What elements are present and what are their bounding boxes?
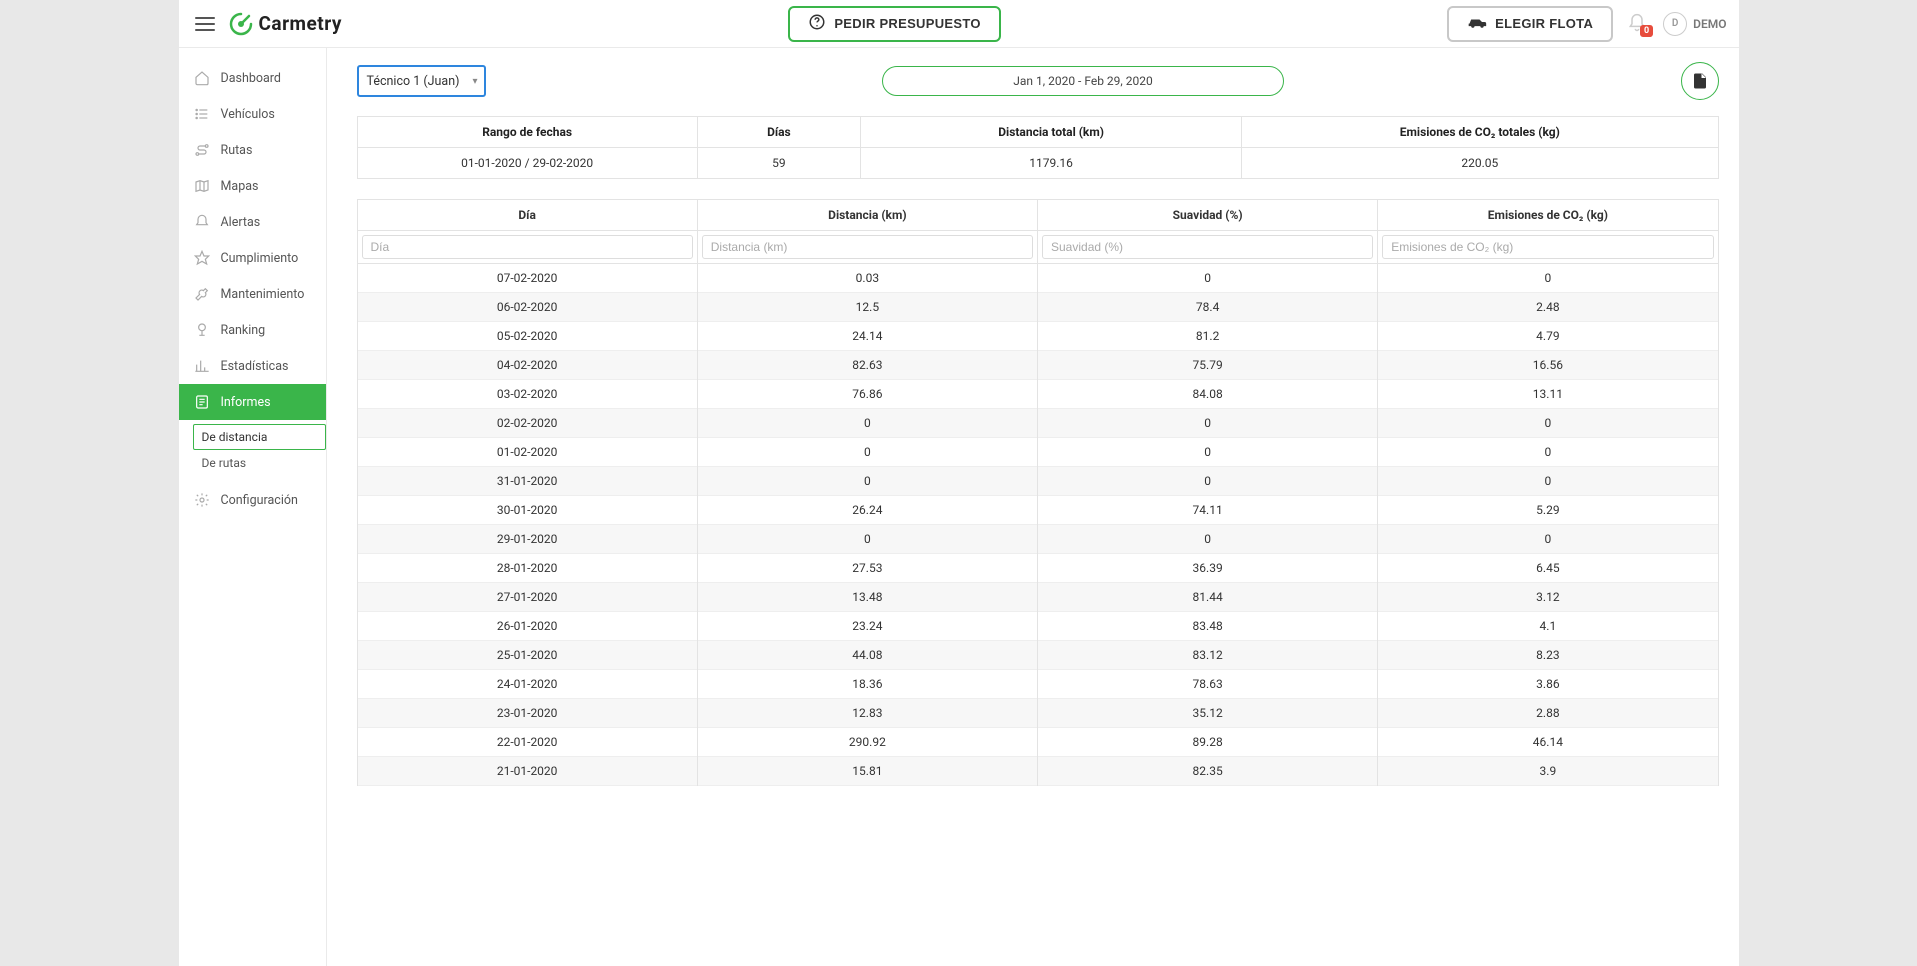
table-row[interactable]: 03-02-202076.8684.0813.11	[357, 380, 1718, 409]
request-quote-button[interactable]: PEDIR PRESUPUESTO	[788, 6, 1000, 42]
table-row[interactable]: 24-01-202018.3678.633.86	[357, 670, 1718, 699]
col-header-smooth[interactable]: Suavidad (%)	[1038, 200, 1378, 231]
table-row[interactable]: 31-01-2020000	[357, 467, 1718, 496]
chart-icon	[193, 357, 211, 375]
user-menu[interactable]: D DEMO	[1663, 12, 1726, 36]
table-row[interactable]: 07-02-20200.0300	[357, 264, 1718, 293]
filter-smooth[interactable]	[1042, 235, 1373, 259]
summary-table: Rango de fechas Días Distancia total (km…	[357, 116, 1719, 179]
table-row[interactable]: 02-02-2020000	[357, 409, 1718, 438]
table-row[interactable]: 25-01-202044.0883.128.23	[357, 641, 1718, 670]
sidebar-item-settings[interactable]: Configuración	[179, 482, 326, 518]
sidebar-item-alerts[interactable]: Alertas	[179, 204, 326, 240]
avatar: D	[1663, 12, 1687, 36]
summary-header-dist: Distancia total (km)	[861, 117, 1242, 148]
sidebar-item-ranking[interactable]: Ranking	[179, 312, 326, 348]
sidebar-subitem-routes[interactable]: De rutas	[193, 450, 326, 476]
sidebar-item-compliance[interactable]: Cumplimiento	[179, 240, 326, 276]
table-row[interactable]: 22-01-2020290.9289.2846.14	[357, 728, 1718, 757]
summary-header-co2: Emisiones de CO₂ totales (kg)	[1242, 117, 1718, 148]
table-row[interactable]: 28-01-202027.5336.396.45	[357, 554, 1718, 583]
table-row[interactable]: 05-02-202024.1481.24.79	[357, 322, 1718, 351]
help-icon	[808, 13, 826, 34]
main-content: Técnico 1 (Juan) ▾ Jan 1, 2020 - Feb 29,…	[327, 48, 1739, 966]
table-row[interactable]: 27-01-202013.4881.443.12	[357, 583, 1718, 612]
table-row[interactable]: 30-01-202026.2474.115.29	[357, 496, 1718, 525]
table-row[interactable]: 23-01-202012.8335.122.88	[357, 699, 1718, 728]
gear-icon	[193, 491, 211, 509]
menu-toggle[interactable]	[191, 10, 219, 38]
star-icon	[193, 249, 211, 267]
filter-day[interactable]	[362, 235, 693, 259]
col-header-day[interactable]: Día	[357, 200, 697, 231]
table-row[interactable]: 21-01-202015.8182.353.9	[357, 757, 1718, 786]
date-range-picker[interactable]: Jan 1, 2020 - Feb 29, 2020	[882, 66, 1283, 96]
table-row[interactable]: 06-02-202012.578.42.48	[357, 293, 1718, 322]
route-icon	[193, 141, 211, 159]
export-button[interactable]	[1681, 62, 1719, 100]
summary-header-days: Días	[697, 117, 860, 148]
sidebar-item-statistics[interactable]: Estadísticas	[179, 348, 326, 384]
chevron-down-icon: ▾	[472, 76, 477, 87]
table-row[interactable]: 26-01-202023.2483.484.1	[357, 612, 1718, 641]
list-icon	[193, 105, 211, 123]
sidebar-item-vehicles[interactable]: Vehículos	[179, 96, 326, 132]
sidebar-subitem-distance[interactable]: De distancia	[193, 424, 326, 450]
table-row[interactable]: 01-02-2020000	[357, 438, 1718, 467]
user-name: DEMO	[1693, 17, 1726, 31]
sidebar-item-maps[interactable]: Mapas	[179, 168, 326, 204]
topbar: Carmetry PEDIR PRESUPUESTO ELEGIR FLOTA …	[179, 0, 1739, 48]
sidebar-item-reports[interactable]: Informes	[179, 384, 326, 420]
col-header-co2[interactable]: Emisiones de CO₂ (kg)	[1378, 200, 1718, 231]
filter-co2[interactable]	[1382, 235, 1713, 259]
report-icon	[193, 393, 211, 411]
home-icon	[193, 69, 211, 87]
technician-select[interactable]: Técnico 1 (Juan) ▾	[357, 65, 486, 97]
brand-name: Carmetry	[259, 12, 342, 35]
table-row[interactable]: 29-01-2020000	[357, 525, 1718, 554]
wrench-icon	[193, 285, 211, 303]
sidebar-item-maintenance[interactable]: Mantenimiento	[179, 276, 326, 312]
choose-fleet-button[interactable]: ELEGIR FLOTA	[1447, 6, 1613, 42]
sidebar-item-dashboard[interactable]: Dashboard	[179, 60, 326, 96]
filter-dist[interactable]	[702, 235, 1033, 259]
bell-icon	[193, 213, 211, 231]
summary-header-range: Rango de fechas	[357, 117, 697, 148]
data-table: Día Distancia (km) Suavidad (%) Emisione…	[357, 199, 1719, 786]
sidebar: Dashboard Vehículos Rutas Mapas Alertas …	[179, 48, 327, 966]
summary-row: 01-01-2020 / 29-02-2020 59 1179.16 220.0…	[357, 148, 1718, 179]
notification-count-badge: 0	[1640, 25, 1653, 37]
notifications-button[interactable]: 0	[1627, 13, 1649, 35]
map-icon	[193, 177, 211, 195]
col-header-dist[interactable]: Distancia (km)	[697, 200, 1037, 231]
brand-logo[interactable]: Carmetry	[229, 12, 342, 36]
file-icon	[1691, 72, 1709, 90]
logo-icon	[229, 12, 253, 36]
car-icon	[1467, 15, 1487, 32]
trophy-icon	[193, 321, 211, 339]
table-row[interactable]: 04-02-202082.6375.7916.56	[357, 351, 1718, 380]
sidebar-item-routes[interactable]: Rutas	[179, 132, 326, 168]
